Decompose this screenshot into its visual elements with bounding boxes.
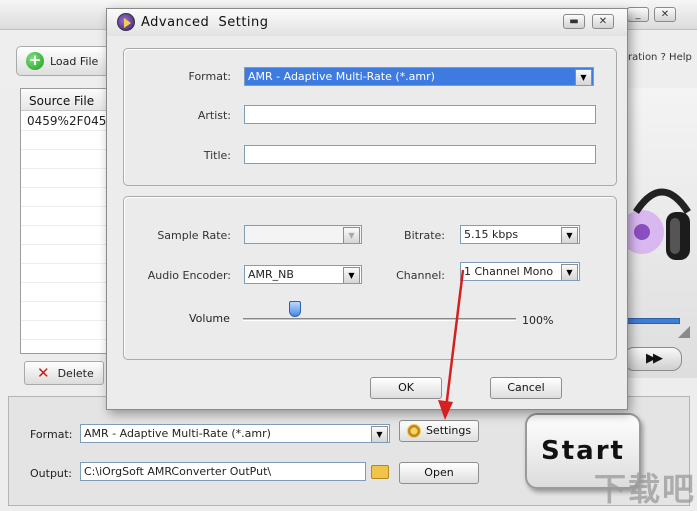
file-row-empty	[21, 150, 111, 169]
file-row-empty	[21, 207, 111, 226]
dialog-title: Advanced Setting	[141, 15, 269, 30]
artist-input[interactable]	[244, 105, 596, 124]
chevron-down-icon: ▼	[575, 69, 592, 85]
app-logo-icon	[117, 13, 135, 31]
help-links[interactable]: ration ? Help	[628, 52, 692, 63]
channel-select[interactable]: 1 Channel Mono ▼	[460, 262, 580, 281]
minimize-icon: ▬	[569, 16, 579, 27]
title-input[interactable]	[244, 145, 596, 164]
file-row-empty	[21, 131, 111, 150]
delete-label: Delete	[57, 366, 94, 380]
channel-value: 1 Channel Mono	[464, 265, 554, 278]
settings-label: Settings	[425, 424, 472, 437]
folder-icon[interactable]	[371, 465, 389, 479]
volume-value: 100%	[522, 314, 554, 327]
channel-label: Channel:	[396, 269, 445, 282]
load-file-label: Load File	[50, 54, 99, 68]
advanced-setting-dialog: Advanced Setting ▬ ✕ Format: AMR - Adapt…	[106, 8, 628, 410]
audio-encoder-label: Audio Encoder:	[147, 269, 231, 282]
ok-button[interactable]: OK	[370, 377, 442, 399]
chevron-down-icon: ▼	[561, 227, 578, 243]
load-file-button[interactable]: + Load File	[16, 46, 110, 76]
volume-slider-track[interactable]	[243, 318, 516, 321]
dialog-format-value: AMR - Adaptive Multi-Rate (*.amr)	[248, 70, 435, 83]
open-button[interactable]: Open	[399, 462, 479, 484]
bitrate-label: Bitrate:	[404, 229, 445, 242]
plus-icon: +	[26, 52, 44, 70]
source-file-header[interactable]: Source File	[21, 89, 111, 111]
dialog-titlebar: Advanced Setting ▬ ✕	[107, 9, 627, 36]
dialog-minimize-button[interactable]: ▬	[563, 14, 585, 29]
dialog-format-label: Format:	[188, 70, 231, 83]
watermark-logo: 下载吧	[594, 470, 697, 508]
output-label: Output:	[30, 467, 72, 480]
cancel-button[interactable]: Cancel	[490, 377, 562, 399]
delete-button[interactable]: ✕ Delete	[24, 361, 104, 385]
dialog-format-select[interactable]: AMR - Adaptive Multi-Rate (*.amr) ▼	[244, 67, 594, 86]
file-row[interactable]: 0459%2F045c	[21, 112, 111, 131]
file-row-empty	[21, 302, 111, 321]
format-label: Format:	[30, 428, 73, 441]
close-icon: ✕	[598, 16, 608, 27]
artist-label: Artist:	[197, 109, 231, 122]
chevron-down-icon: ▼	[371, 426, 388, 442]
output-path-field[interactable]: C:\iOrgSoft AMRConverter OutPut\	[80, 462, 366, 481]
format-select[interactable]: AMR - Adaptive Multi-Rate (*.amr) ▼	[80, 424, 390, 443]
bitrate-value: 5.15 kbps	[464, 228, 519, 241]
file-row-empty	[21, 188, 111, 207]
file-row-empty	[21, 264, 111, 283]
title-label: Title:	[203, 149, 231, 162]
source-file-list: Source File 0459%2F045c	[20, 88, 112, 354]
format-select-value: AMR - Adaptive Multi-Rate (*.amr)	[84, 427, 271, 440]
file-row-empty	[21, 245, 111, 264]
file-row-empty	[21, 283, 111, 302]
volume-slider-thumb[interactable]	[289, 301, 301, 317]
fast-forward-icon: ▶▶	[646, 351, 663, 366]
main-minimize-button[interactable]: _	[627, 7, 649, 22]
headphones-icon	[622, 188, 691, 260]
audio-encoder-value: AMR_NB	[248, 268, 294, 281]
delete-x-icon: ✕	[37, 364, 50, 382]
main-close-button[interactable]: ✕	[654, 7, 676, 22]
volume-label: Volume	[189, 312, 230, 325]
gear-icon	[406, 424, 421, 438]
progress-bar	[622, 318, 680, 324]
file-row-empty	[21, 226, 111, 245]
sample-rate-label: Sample Rate:	[157, 229, 231, 242]
file-row-empty	[21, 321, 111, 340]
resize-grip[interactable]	[678, 326, 690, 338]
chevron-down-icon: ▼	[561, 264, 578, 280]
dialog-close-button[interactable]: ✕	[592, 14, 614, 29]
bitrate-select[interactable]: 5.15 kbps ▼	[460, 225, 580, 244]
file-row-empty	[21, 169, 111, 188]
fast-forward-button[interactable]: ▶▶	[624, 347, 682, 371]
settings-button[interactable]: Settings	[399, 420, 479, 442]
